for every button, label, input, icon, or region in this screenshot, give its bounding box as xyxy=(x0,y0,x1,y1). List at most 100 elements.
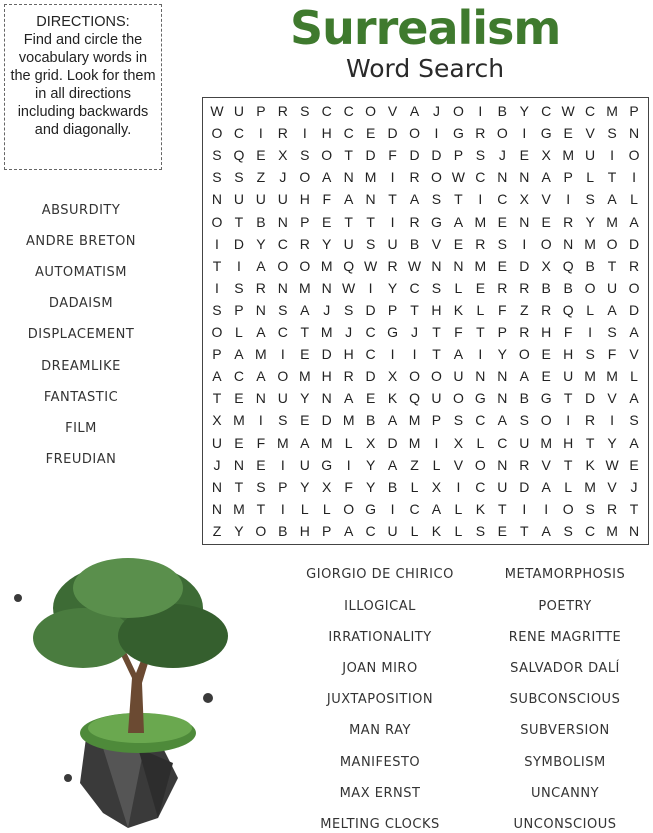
grid-letter: M xyxy=(320,324,333,341)
grid-letter: C xyxy=(475,478,486,495)
grid-letter: U xyxy=(387,235,398,252)
grid-letter: N xyxy=(233,456,244,473)
grid-letter: G xyxy=(540,125,552,142)
grid-letter: P xyxy=(629,103,639,120)
grid-letter: S xyxy=(585,191,595,208)
grid-letter: L xyxy=(630,368,638,385)
grid-letter: L xyxy=(322,500,331,517)
grid-letter: E xyxy=(497,213,507,230)
grid-letter: I xyxy=(566,191,571,208)
grid-letter: I xyxy=(258,125,263,142)
grid-letter: S xyxy=(453,412,464,429)
grid-letter: A xyxy=(343,191,354,208)
grid-letter: R xyxy=(607,500,618,517)
grid-letter: H xyxy=(321,125,332,142)
grid-letter: S xyxy=(563,522,573,539)
grid-letter: S xyxy=(212,147,222,164)
grid-letter: G xyxy=(365,500,377,517)
grid-letter: E xyxy=(497,257,507,274)
grid-letter: N xyxy=(277,279,288,296)
grid-letter: S xyxy=(585,500,595,517)
grid-letter: I xyxy=(456,478,461,495)
grid-letter: C xyxy=(365,346,376,363)
grid-letter: Y xyxy=(234,522,244,539)
grid-letter: E xyxy=(563,125,573,142)
grid-letter: V xyxy=(453,456,464,473)
grid-letter: X xyxy=(322,478,332,495)
grid-letter: R xyxy=(519,456,530,473)
grid-letter: I xyxy=(522,235,527,252)
grid-letter: M xyxy=(255,346,267,363)
grid-letter: D xyxy=(387,434,398,451)
grid-letter: M xyxy=(276,434,289,451)
grid-letter: T xyxy=(563,390,573,407)
grid-letter: Y xyxy=(300,478,310,495)
grid-letter: F xyxy=(322,191,331,208)
grid-letter: E xyxy=(541,213,551,230)
grid-letter: V xyxy=(387,103,398,120)
grid-letter: M xyxy=(584,478,596,495)
word-list-item: SYMBOLISM xyxy=(524,755,606,770)
grid-letter: O xyxy=(211,125,223,142)
grid-letter: T xyxy=(432,324,441,341)
grid-letter: C xyxy=(585,103,596,120)
grid-letter: L xyxy=(586,169,595,186)
grid-letter: I xyxy=(215,235,219,252)
grid-letter: M xyxy=(606,368,618,385)
grid-letter: M xyxy=(606,213,618,230)
grid-letter: U xyxy=(233,191,244,208)
grid-letter: U xyxy=(387,522,398,539)
grid-letter: S xyxy=(212,301,222,318)
grid-letter: T xyxy=(234,213,244,230)
grid-letter: N xyxy=(211,191,223,208)
grid-letter: G xyxy=(431,213,442,230)
grid-letter: U xyxy=(233,103,244,120)
grid-letter: I xyxy=(522,125,527,142)
grid-letter: J xyxy=(432,103,440,120)
grid-letter: E xyxy=(300,346,310,363)
word-list-item: JOAN MIRO xyxy=(342,661,418,676)
grid-letter: A xyxy=(322,169,332,186)
grid-letter: V xyxy=(431,235,442,252)
grid-letter: I xyxy=(588,324,593,341)
grid-letter: F xyxy=(388,147,397,164)
grid-letter: I xyxy=(610,412,615,429)
grid-letter: W xyxy=(364,257,378,274)
grid-letter: D xyxy=(519,478,530,495)
grid-letter: E xyxy=(234,434,244,451)
grid-letter: M xyxy=(584,235,596,252)
grid-letter: C xyxy=(277,324,288,341)
grid-letter: K xyxy=(585,456,595,473)
grid-letter: N xyxy=(343,169,354,186)
grid-letter: B xyxy=(563,279,573,296)
word-list-item: DISPLACEMENT xyxy=(27,327,135,342)
grid-letter: V xyxy=(541,191,551,208)
grid-letter: M xyxy=(606,522,618,539)
grid-letter: C xyxy=(409,279,420,296)
grid-letter: E xyxy=(497,522,507,539)
grid-letter: A xyxy=(212,368,222,385)
grid-letter: U xyxy=(255,191,266,208)
grid-letter: A xyxy=(409,191,420,208)
grid-letter: U xyxy=(453,368,464,385)
grid-letter: M xyxy=(540,434,553,451)
grid-letter: T xyxy=(629,500,639,517)
grid-letter: B xyxy=(585,257,595,274)
grid-letter: C xyxy=(233,125,244,142)
grid-letter: M xyxy=(233,500,245,517)
grid-letter: O xyxy=(628,147,640,164)
grid-letter: R xyxy=(409,169,420,186)
grid-letter: A xyxy=(343,390,354,407)
grid-letter: I xyxy=(566,412,571,429)
grid-letter: I xyxy=(236,257,241,274)
grid-letter: A xyxy=(541,522,551,539)
grid-letter: L xyxy=(300,500,309,517)
grid-letter: T xyxy=(454,191,463,208)
grid-letter: N xyxy=(211,500,223,517)
grid-letter: N xyxy=(519,169,530,186)
grid-letter: G xyxy=(452,125,464,142)
grid-letter: F xyxy=(256,434,266,451)
grid-letter: I xyxy=(434,125,439,142)
grid-letter: I xyxy=(390,500,395,517)
grid-letter: S xyxy=(475,147,486,164)
